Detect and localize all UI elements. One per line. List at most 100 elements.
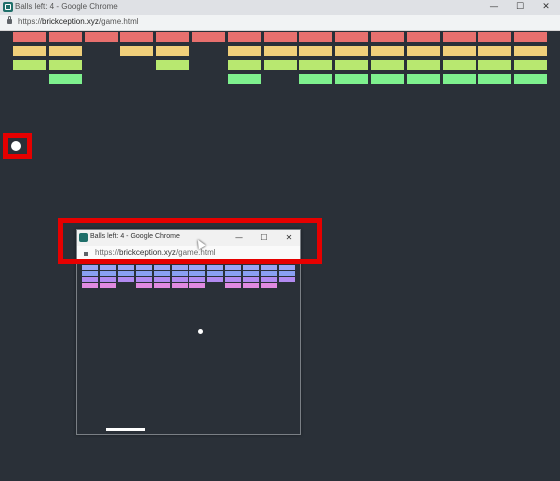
brick xyxy=(478,74,512,84)
brick xyxy=(442,74,476,84)
brick xyxy=(371,46,404,56)
inner-brick xyxy=(153,283,170,288)
inner-brick xyxy=(99,283,116,288)
inner-brick xyxy=(171,283,188,288)
brick xyxy=(227,46,261,56)
brick xyxy=(227,60,261,70)
inner-brick xyxy=(261,283,277,288)
url-path: /game.html xyxy=(98,17,139,26)
brick xyxy=(442,60,476,70)
brick xyxy=(299,74,333,84)
chrome-app-icon xyxy=(3,2,13,12)
brick xyxy=(335,46,369,56)
brick xyxy=(156,60,190,70)
inner-brick xyxy=(153,277,170,282)
window-title: Balls left: 4 - Google Chrome xyxy=(15,2,118,11)
inner-brick xyxy=(99,265,116,270)
brick xyxy=(156,46,190,56)
brick xyxy=(371,60,404,70)
brick xyxy=(192,32,225,42)
brick xyxy=(48,32,82,42)
brick xyxy=(478,60,512,70)
brick xyxy=(406,74,440,84)
brick xyxy=(120,46,154,56)
brick xyxy=(335,32,369,42)
brick xyxy=(371,32,404,42)
close-icon[interactable]: ✕ xyxy=(535,0,557,15)
inner-brick xyxy=(135,265,152,270)
brick xyxy=(514,60,548,70)
inner-brick xyxy=(99,271,116,276)
title-highlight-box xyxy=(58,218,322,264)
inner-brick xyxy=(82,277,98,282)
inner-brick xyxy=(117,265,134,270)
maximize-icon[interactable]: ☐ xyxy=(509,0,531,15)
inner-brick xyxy=(117,277,134,282)
inner-brick xyxy=(135,271,152,276)
url-host: brickception.xyz xyxy=(42,17,99,26)
inner-brick xyxy=(117,271,134,276)
inner-brick xyxy=(207,271,224,276)
brick xyxy=(335,60,369,70)
ball xyxy=(11,141,21,151)
brick xyxy=(227,32,261,42)
brick xyxy=(13,60,46,70)
brick xyxy=(84,32,118,42)
inner-brick xyxy=(261,271,277,276)
inner-brick xyxy=(225,271,242,276)
brick xyxy=(514,74,548,84)
brick xyxy=(335,74,369,84)
inner-brick xyxy=(243,277,260,282)
brick xyxy=(371,74,404,84)
inner-brick xyxy=(171,277,188,282)
inner-brick xyxy=(153,265,170,270)
brick xyxy=(263,46,297,56)
brick xyxy=(514,32,548,42)
minimize-icon[interactable]: — xyxy=(483,0,505,15)
brick xyxy=(48,46,82,56)
inner-brick xyxy=(171,265,188,270)
brick xyxy=(263,60,297,70)
brick xyxy=(156,32,190,42)
brick xyxy=(478,32,512,42)
brick xyxy=(227,74,261,84)
inner-brick xyxy=(135,283,152,288)
url-scheme: https:// xyxy=(18,17,43,26)
brick xyxy=(48,60,82,70)
inner-brick xyxy=(207,265,224,270)
address-bar[interactable]: https://brickception.xyz/game.html xyxy=(0,15,560,31)
inner-brick xyxy=(82,265,98,270)
brick xyxy=(478,46,512,56)
inner-brick xyxy=(278,277,295,282)
inner-brick xyxy=(189,277,206,282)
brick xyxy=(406,46,440,56)
inner-brick xyxy=(261,277,277,282)
brick xyxy=(263,32,297,42)
brick xyxy=(442,46,476,56)
inner-brick xyxy=(207,277,224,282)
brick xyxy=(48,74,82,84)
inner-ball xyxy=(198,329,203,334)
brick xyxy=(406,32,440,42)
inner-brick xyxy=(261,265,277,270)
inner-brick xyxy=(189,283,206,288)
url-text[interactable]: https://brickception.xyz/game.html xyxy=(18,17,139,26)
brick xyxy=(299,32,333,42)
brick xyxy=(13,32,46,42)
inner-brick xyxy=(278,271,295,276)
brick xyxy=(13,46,46,56)
brick xyxy=(442,32,476,42)
inner-brick xyxy=(135,277,152,282)
inner-brick xyxy=(225,265,242,270)
paddle[interactable] xyxy=(106,428,145,431)
browser-title-bar: Balls left: 4 - Google Chrome — ☐ ✕ xyxy=(0,0,560,15)
brick xyxy=(406,60,440,70)
inner-brick xyxy=(243,271,260,276)
inner-brick xyxy=(243,265,260,270)
brick xyxy=(514,46,548,56)
inner-brick xyxy=(189,265,206,270)
inner-brick xyxy=(153,271,170,276)
brick xyxy=(120,32,154,42)
inner-brick xyxy=(171,271,188,276)
inner-brick xyxy=(225,283,242,288)
